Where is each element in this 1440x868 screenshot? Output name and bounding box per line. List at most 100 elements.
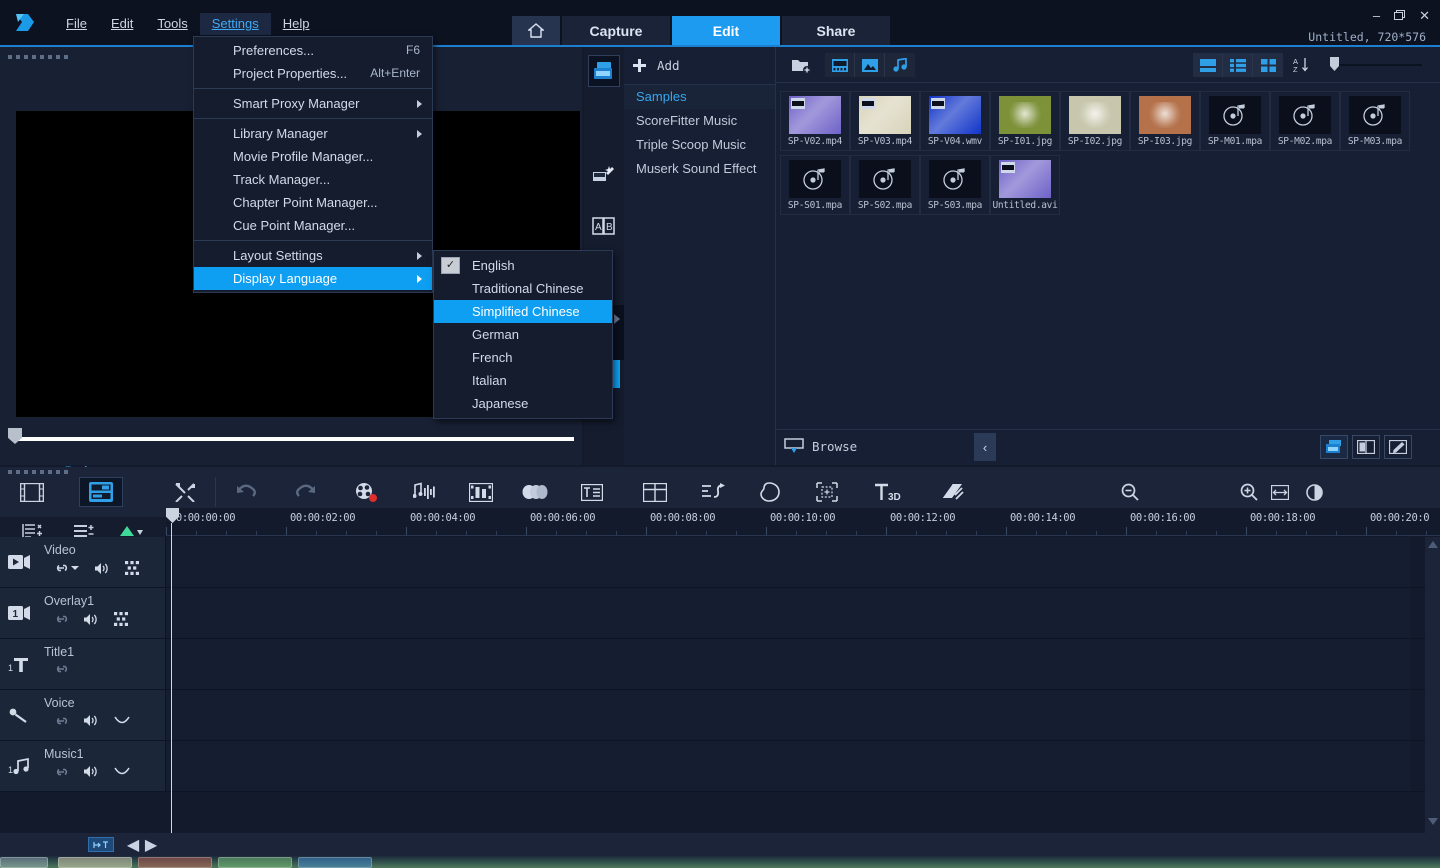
edit-view-icon[interactable] — [1384, 435, 1412, 459]
media-library-icon[interactable] — [588, 55, 620, 87]
subtitle-editor-icon[interactable] — [570, 477, 614, 507]
track-link-icon[interactable] — [54, 562, 79, 574]
motion-tracker-icon[interactable] — [513, 477, 557, 507]
language-item-french[interactable]: French — [434, 346, 612, 369]
media-item[interactable]: SP-M02.mpa — [1270, 91, 1340, 151]
storyboard-view-icon[interactable] — [10, 477, 54, 507]
track-transparency-icon[interactable] — [125, 561, 139, 575]
track-fade-icon[interactable] — [114, 716, 130, 726]
scroll-up-icon[interactable] — [1427, 541, 1438, 548]
language-item-english[interactable]: ✓ English — [434, 254, 612, 277]
speed-icon[interactable] — [692, 477, 736, 507]
media-item[interactable]: SP-V02.mp4 — [780, 91, 850, 151]
menu-settings[interactable]: Settings — [199, 13, 271, 35]
show-video-icon[interactable] — [825, 53, 855, 77]
language-item-simplified-chinese[interactable]: Simplified Chinese — [434, 300, 612, 323]
media-item[interactable]: SP-M03.mpa — [1340, 91, 1410, 151]
minimize-button[interactable]: – — [1373, 9, 1380, 22]
media-item[interactable]: SP-V03.mp4 — [850, 91, 920, 151]
thumbnail-size-slider[interactable] — [1330, 57, 1422, 71]
thumbnail-view-icon[interactable] — [1193, 53, 1223, 77]
split-view-icon[interactable] — [1352, 435, 1380, 459]
settings-menu-item-movie-profile-manager[interactable]: Movie Profile Manager... — [194, 145, 432, 168]
effects-icon[interactable] — [588, 160, 620, 192]
taskbar-item-4[interactable] — [298, 857, 372, 868]
media-item[interactable]: Untitled.avi — [990, 155, 1060, 215]
preview-panel-grip[interactable] — [8, 55, 78, 59]
audio-mixer-icon[interactable] — [403, 477, 447, 507]
record-capture-icon[interactable] — [344, 477, 388, 507]
undo-icon[interactable] — [224, 477, 268, 507]
close-button[interactable]: ✕ — [1419, 9, 1430, 22]
track-transparency-icon[interactable] — [114, 612, 128, 626]
add-media-button[interactable]: Add — [624, 47, 775, 85]
media-item[interactable]: SP-S03.mpa — [920, 155, 990, 215]
settings-menu-item-smart-proxy-manager[interactable]: Smart Proxy Manager — [194, 92, 432, 115]
settings-menu-item-preferences[interactable]: Preferences... F6 — [194, 39, 432, 62]
multicam-editor-icon[interactable] — [633, 477, 677, 507]
track-link-icon[interactable] — [54, 613, 68, 625]
list-view-icon[interactable] — [1223, 53, 1253, 77]
language-item-japanese[interactable]: Japanese — [434, 392, 612, 415]
track-mute-icon[interactable] — [83, 765, 99, 778]
track-link-icon[interactable] — [54, 766, 68, 778]
tab-capture[interactable]: Capture — [562, 16, 670, 46]
settings-menu-item-layout-settings[interactable]: Layout Settings — [194, 244, 432, 267]
settings-menu-item-track-manager[interactable]: Track Manager... — [194, 168, 432, 191]
settings-menu-item-library-manager[interactable]: Library Manager — [194, 122, 432, 145]
media-item[interactable]: SP-M01.mpa — [1200, 91, 1270, 151]
track-header-title1[interactable]: 1 Title1 — [0, 639, 166, 689]
library-folder-muserk[interactable]: Muserk Sound Effect — [624, 157, 775, 181]
track-mute-icon[interactable] — [94, 562, 110, 575]
clock-icon[interactable] — [1292, 477, 1336, 507]
restore-button[interactable] — [1394, 10, 1406, 22]
tab-share[interactable]: Share — [782, 16, 890, 46]
track-clip-area[interactable] — [166, 588, 1410, 638]
timeline-vertical-scrollbar[interactable] — [1425, 537, 1440, 833]
redo-icon[interactable] — [284, 477, 328, 507]
timeline-toolbar-grip[interactable] — [8, 470, 78, 474]
scroll-down-icon[interactable] — [1428, 818, 1438, 825]
track-mute-icon[interactable] — [83, 613, 99, 626]
track-header-overlay1[interactable]: 1 Overlay1 — [0, 588, 166, 638]
slider-knob[interactable] — [1330, 57, 1339, 71]
music-track-icon[interactable]: 1 — [6, 755, 34, 777]
sort-icon[interactable]: AZ — [1288, 53, 1314, 77]
settings-menu-item-cue-point-manager[interactable]: Cue Point Manager... — [194, 214, 432, 237]
menu-tools[interactable]: Tools — [145, 13, 199, 35]
media-item[interactable]: SP-I03.jpg — [1130, 91, 1200, 151]
voice-track-icon[interactable] — [6, 704, 34, 726]
paint-icon[interactable] — [930, 477, 974, 507]
overlay-track-icon[interactable]: 1 — [6, 602, 34, 624]
taskbar-item-2[interactable] — [138, 857, 212, 868]
track-fade-icon[interactable] — [114, 767, 130, 777]
track-clip-area[interactable] — [166, 537, 1410, 587]
show-photo-icon[interactable] — [855, 53, 885, 77]
timeline-view-icon[interactable] — [79, 477, 123, 507]
menu-file[interactable]: File — [54, 13, 99, 35]
collapse-panel-button[interactable]: ‹ — [974, 433, 996, 461]
settings-menu-item-display-language[interactable]: Display Language — [194, 267, 432, 290]
menu-edit[interactable]: Edit — [99, 13, 145, 35]
track-header-voice[interactable]: Voice — [0, 690, 166, 740]
taskbar-item-3[interactable] — [218, 857, 292, 868]
library-folder-samples[interactable]: Samples — [624, 85, 775, 109]
transitions-icon[interactable]: A B — [588, 210, 620, 242]
freeze-icon[interactable] — [805, 477, 849, 507]
language-item-traditional-chinese[interactable]: Traditional Chinese — [434, 277, 612, 300]
track-header-music1[interactable]: 1 Music1 — [0, 741, 166, 791]
track-mute-icon[interactable] — [83, 714, 99, 727]
library-folder-triplescoop[interactable]: Triple Scoop Music — [624, 133, 775, 157]
show-audio-icon[interactable] — [885, 53, 915, 77]
library-folder-scorefitter[interactable]: ScoreFitter Music — [624, 109, 775, 133]
library-view-icon[interactable] — [1320, 435, 1348, 459]
settings-menu-item-chapter-point-manager[interactable]: Chapter Point Manager... — [194, 191, 432, 214]
track-header-video[interactable]: Video — [0, 537, 166, 587]
media-item[interactable]: SP-S01.mpa — [780, 155, 850, 215]
grid-view-icon[interactable] — [1253, 53, 1283, 77]
rail-expand-arrow-icon[interactable] — [612, 312, 622, 326]
tab-edit[interactable]: Edit — [672, 16, 780, 46]
taskbar-start-button[interactable] — [0, 857, 48, 868]
language-item-italian[interactable]: Italian — [434, 369, 612, 392]
menu-help[interactable]: Help — [271, 13, 322, 35]
